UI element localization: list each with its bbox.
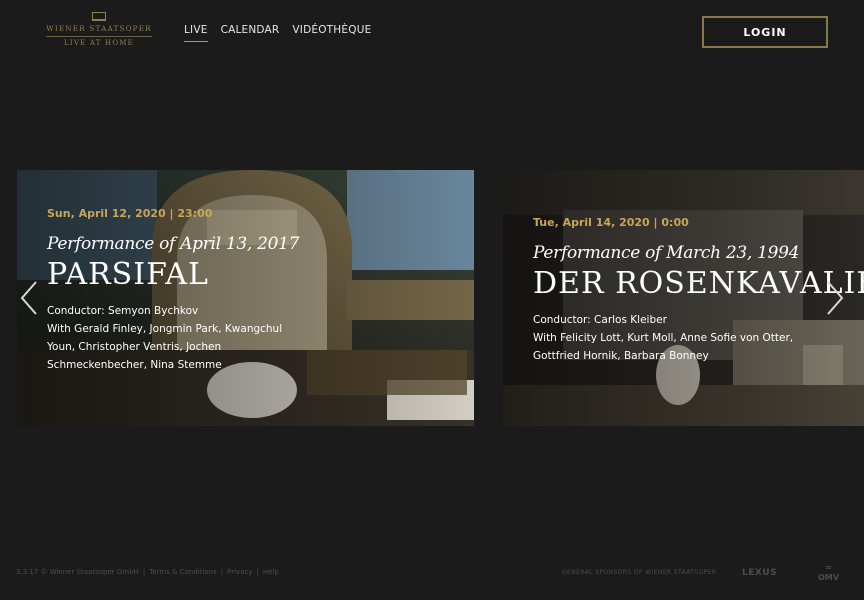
main-nav: LIVE CALENDAR VIDÉOTHÈQUE xyxy=(184,24,371,42)
cast-line: With Gerald Finley, Jongmin Park, Kwangc… xyxy=(47,323,283,335)
version-copyright: 3.3.17 © Wiener Staatsoper GmbH xyxy=(16,568,139,576)
chevron-right-icon[interactable] xyxy=(823,280,847,316)
privacy-link[interactable]: Privacy xyxy=(227,568,252,576)
nav-videotheque[interactable]: VIDÉOTHÈQUE xyxy=(292,24,371,42)
sponsors-label: GENERAL SPONSORS OF WIENER STAATSOPER xyxy=(562,569,717,576)
performance-card-parsifal[interactable]: Sun, April 12, 2020 | 23:00 Performance … xyxy=(17,170,474,426)
omv-text: OMV xyxy=(818,573,839,582)
login-button[interactable]: LOGIN xyxy=(702,16,828,48)
logo-title: WIENER STAATSOPER xyxy=(46,24,152,33)
cast-line: With Felicity Lott, Kurt Moll, Anne Sofi… xyxy=(533,332,794,344)
conductor: Conductor: Carlos Kleiber xyxy=(533,314,667,326)
cast-line: Gottfried Hornik, Barbara Bonney xyxy=(533,350,709,362)
separator: | xyxy=(220,568,224,576)
nav-calendar[interactable]: CALENDAR xyxy=(221,24,280,42)
footer-legal: 3.3.17 © Wiener Staatsoper GmbH | Terms & … xyxy=(16,568,279,576)
chevron-left-icon[interactable] xyxy=(17,280,41,316)
nav-live[interactable]: LIVE xyxy=(184,24,208,42)
broadcast-date: Sun, April 12, 2020 | 23:00 xyxy=(47,207,213,220)
cast-line: Schmeckenbecher, Nina Stemme xyxy=(47,359,222,371)
logo[interactable]: WIENER STAATSOPER LIVE AT HOME xyxy=(38,12,160,54)
performance-date: Performance of April 13, 2017 xyxy=(47,234,300,254)
conductor: Conductor: Semyon Bychkov xyxy=(47,305,199,317)
broadcast-date: Tue, April 14, 2020 | 0:00 xyxy=(533,216,689,229)
terms-link[interactable]: Terms & Conditions xyxy=(149,568,217,576)
performance-date: Performance of March 23, 1994 xyxy=(533,243,800,263)
separator: | xyxy=(256,568,259,576)
cast-line: Youn, Christopher Ventris, Jochen xyxy=(47,341,222,353)
omv-logo: ≈ OMV xyxy=(818,563,839,583)
performance-card-rosenkavalier[interactable]: Tue, April 14, 2020 | 0:00 Performance o… xyxy=(503,170,864,426)
opera-title: DER ROSENKAVALIER xyxy=(533,266,864,301)
omv-waves-icon: ≈ xyxy=(825,563,832,572)
help-link[interactable]: Help xyxy=(263,568,279,576)
lexus-logo: LEXUS xyxy=(742,568,778,578)
logo-divider xyxy=(46,36,152,37)
crown-icon xyxy=(92,12,106,21)
opera-title: PARSIFAL xyxy=(47,257,209,292)
separator: | xyxy=(142,568,146,576)
logo-subtitle: LIVE AT HOME xyxy=(64,39,134,47)
